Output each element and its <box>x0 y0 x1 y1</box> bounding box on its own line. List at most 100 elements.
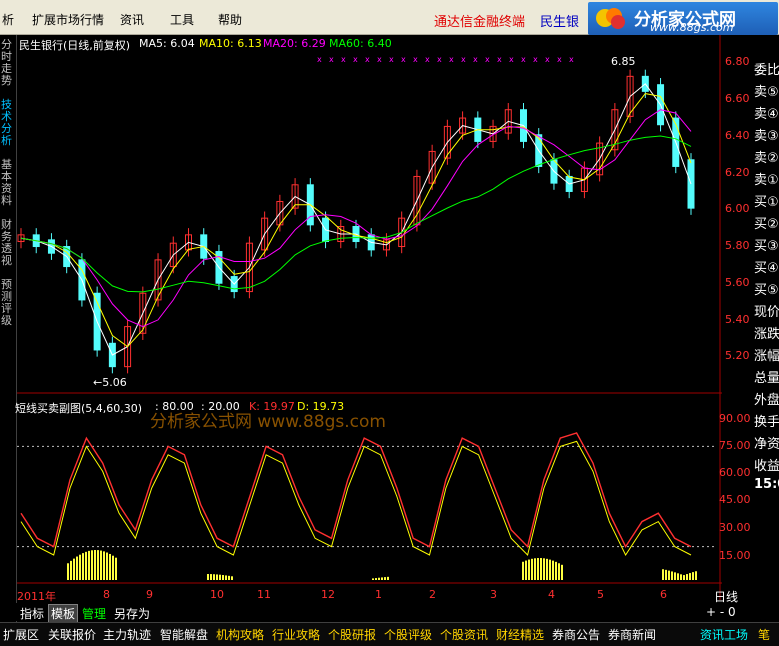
signal-bar <box>534 558 536 580</box>
signal-bar <box>665 569 667 580</box>
signal-marker: x <box>425 55 430 64</box>
quote-label: 现价 <box>754 305 779 320</box>
signal-marker: x <box>497 55 502 64</box>
footer-item[interactable]: 智能解盘 <box>160 626 208 643</box>
signal-bar <box>70 560 72 580</box>
quote-label: 卖⑤ <box>754 85 779 100</box>
menu-extended-market[interactable]: 扩展市场行情 <box>32 11 104 28</box>
quote-label: 买③ <box>754 239 779 254</box>
quote-label: 买② <box>754 217 779 232</box>
signal-marker: x <box>473 55 478 64</box>
menu-tools[interactable]: 工具 <box>170 11 194 28</box>
footer-item[interactable]: 券商公告 <box>552 626 600 643</box>
signal-bar <box>558 563 560 580</box>
menu-help[interactable]: 帮助 <box>218 11 242 28</box>
indicator-tick: 45.00 <box>719 493 751 506</box>
indicator-tick: 30.00 <box>719 521 751 534</box>
footer-item[interactable]: 主力轨迹 <box>103 626 151 643</box>
month-label: 3 <box>490 588 497 601</box>
signal-bar <box>662 569 664 580</box>
tab-time-share[interactable]: 分时走势 <box>1 39 15 87</box>
menu-analysis[interactable]: 析 <box>2 11 14 28</box>
signal-bar <box>67 563 69 580</box>
footer-item[interactable]: 关联报价 <box>48 626 96 643</box>
signal-marker: x <box>545 55 550 64</box>
price-tick: 6.00 <box>725 202 750 215</box>
signal-marker: x <box>353 55 358 64</box>
signal-marker: x <box>509 55 514 64</box>
signal-bar <box>552 560 554 580</box>
month-label: 2 <box>429 588 436 601</box>
signal-marker: x <box>521 55 526 64</box>
logo-emblem-icon <box>596 8 625 29</box>
tab-template[interactable]: 模板 <box>48 604 79 623</box>
menu-bar: 析 扩展市场行情 资讯 工具 帮助 通达信金融终端 民生银 分析家公式网 www… <box>0 0 779 35</box>
quote-time: 15:0 <box>754 477 779 492</box>
signal-marker: x <box>401 55 406 64</box>
tab-forecast-rating[interactable]: 预测评级 <box>1 279 15 327</box>
signal-bar <box>216 574 218 580</box>
promo-title: 通达信金融终端 <box>434 15 526 30</box>
signal-bar <box>103 551 105 580</box>
price-tick: 6.20 <box>725 166 750 179</box>
footer-item[interactable]: 个股资讯 <box>440 626 488 643</box>
indicator-k-line <box>20 432 692 549</box>
kline-chart[interactable]: xxxxxxxxxxxxxxxxxxxxxx <box>17 35 752 600</box>
signal-bar <box>381 577 383 580</box>
signal-marker: x <box>377 55 382 64</box>
month-label: 4 <box>548 588 555 601</box>
quote-label: 买① <box>754 195 779 210</box>
ma60-label: MA60: 6.40 <box>329 37 392 50</box>
indicator-title: 短线买卖副图(5,4,60,30) <box>15 402 143 415</box>
signal-bar <box>674 572 676 580</box>
signal-bar <box>222 575 224 580</box>
signal-bar <box>522 561 524 580</box>
signal-bar <box>549 559 551 580</box>
footer-item[interactable]: 个股评级 <box>384 626 432 643</box>
tab-financial[interactable]: 财务透视 <box>1 219 15 267</box>
tab-technical-analysis[interactable]: 技术分析 <box>1 99 15 147</box>
zoom-controls[interactable]: + - 0 <box>706 605 736 619</box>
footer-bar: 扩展区 关联报价 主力轨迹 智能解盘 机构攻略 行业攻略 个股研报 个股评级 个… <box>0 622 779 646</box>
quote-label: 换手 <box>754 415 779 430</box>
footer-item[interactable]: 扩展区 <box>3 626 39 643</box>
quote-label: 卖④ <box>754 107 779 122</box>
chart-area[interactable]: xxxxxxxxxxxxxxxxxxxxxx 民生银行(日线,前复权) MA5:… <box>15 35 751 603</box>
indicator-tick: 15.00 <box>719 549 751 562</box>
signal-marker: x <box>569 55 574 64</box>
month-label: 12 <box>321 588 335 601</box>
footer-item[interactable]: 机构攻略 <box>216 626 264 643</box>
quote-label: 涨幅 <box>754 349 779 364</box>
signal-bar <box>210 574 212 580</box>
footer-item[interactable]: 个股研报 <box>328 626 376 643</box>
signal-bar <box>384 577 386 580</box>
tab-save-as[interactable]: 另存为 <box>112 605 152 622</box>
footer-item[interactable]: 资讯工场 <box>700 626 748 643</box>
signal-bar <box>540 558 542 580</box>
promo-stock: 民生银 <box>540 15 580 30</box>
quote-label: 买⑤ <box>754 283 779 298</box>
tab-basic-info[interactable]: 基本资料 <box>1 159 15 207</box>
signal-bar <box>375 578 377 580</box>
signal-bar <box>555 561 557 580</box>
high-price-label: 6.85 <box>611 55 636 68</box>
price-tick: 5.20 <box>725 349 750 362</box>
quote-label: 买④ <box>754 261 779 276</box>
signal-marker: x <box>461 55 466 64</box>
footer-item[interactable]: 财经精选 <box>496 626 544 643</box>
signal-bar <box>537 558 539 580</box>
tab-manage[interactable]: 管理 <box>80 605 108 622</box>
footer-item[interactable]: 券商新闻 <box>608 626 656 643</box>
tab-indicator[interactable]: 指标 <box>18 605 46 622</box>
signal-bar <box>683 575 685 580</box>
signal-marker: x <box>557 55 562 64</box>
footer-item[interactable]: 行业攻略 <box>272 626 320 643</box>
stock-title: 民生银行(日线,前复权) <box>19 39 131 52</box>
watermark: 分析家公式网 www.88gs.com <box>150 412 386 432</box>
price-tick: 5.80 <box>725 239 750 252</box>
menu-news[interactable]: 资讯 <box>120 11 144 28</box>
footer-item[interactable]: 笔 <box>758 626 770 643</box>
signal-bar <box>689 573 691 580</box>
signal-marker: x <box>413 55 418 64</box>
signal-bar <box>525 560 527 580</box>
